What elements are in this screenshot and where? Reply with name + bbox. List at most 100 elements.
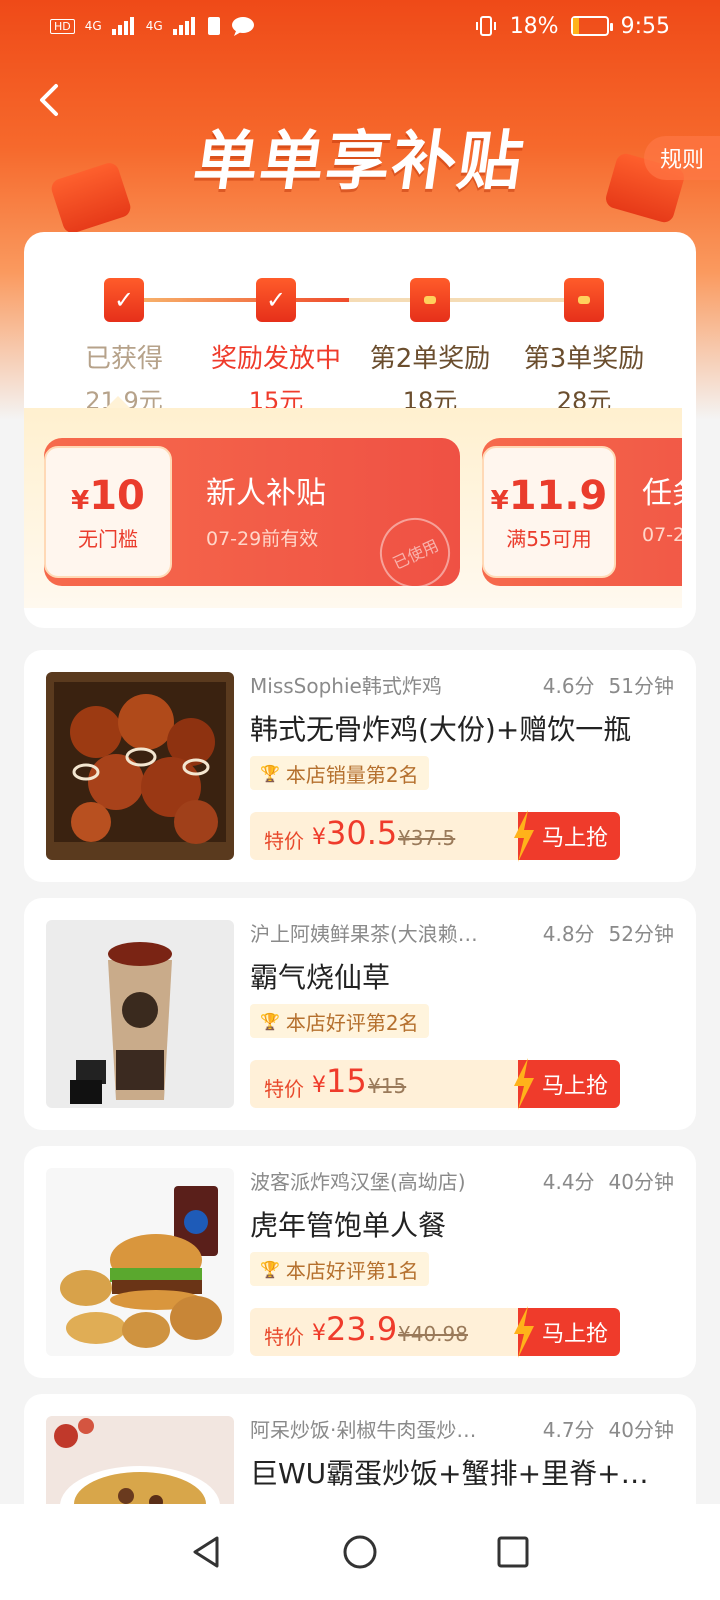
- network-4g-label-2: 4G: [145, 19, 163, 33]
- message-bubble-icon: [231, 17, 254, 36]
- battery-percent: 18%: [509, 13, 559, 39]
- rank-badge: 🏆 本店好评第2名: [250, 1004, 429, 1038]
- trophy-icon: 🏆: [260, 1259, 280, 1279]
- shop-name: 阿呆炒饭·剁椒牛肉蛋炒…: [250, 1418, 477, 1442]
- currency-symbol: ¥: [490, 485, 509, 516]
- product-name: 虎年管饱单人餐: [250, 1209, 447, 1242]
- product-card[interactable]: 阿呆炒饭·剁椒牛肉蛋炒… 4.7分 40分钟 巨WU霸蛋炒饭+蟹排+里脊+…: [24, 1394, 696, 1504]
- step-order-2: 第2单奖励 18元: [350, 252, 510, 416]
- product-name: 霸气烧仙草: [250, 961, 391, 994]
- price-bar: 特价 ¥30.5 ¥37.5 马上抢: [250, 810, 620, 862]
- rank-text: 本店好评第2名: [285, 1010, 419, 1035]
- coupon-value: ¥10: [71, 473, 145, 519]
- coupon-condition: 满55可用: [506, 526, 592, 551]
- step-obtained: ✓ 已获得 21.9元: [44, 252, 204, 416]
- coupon-value: ¥11.9: [491, 473, 608, 519]
- product-card[interactable]: 沪上阿姨鲜果茶(大浪赖… 4.8分 52分钟 霸气烧仙草 🏆 本店好评第2名 特价 …: [24, 898, 696, 1130]
- page-title: 单单享补贴: [188, 125, 530, 199]
- reward-steps: ✓ 已获得 21.9元 ✓ 奖励发放中 15元 第2单奖励 18元 第3单奖励 …: [24, 252, 696, 415]
- special-price-tag: 特价: [264, 1077, 304, 1101]
- shop-name: MissSophie韩式炸鸡: [250, 674, 442, 698]
- home-circle-icon[interactable]: [340, 1532, 380, 1572]
- envelope-check-icon: ✓: [256, 278, 296, 322]
- signal-bars-icon-2: [172, 17, 195, 35]
- burger-combo-image: [46, 1168, 234, 1356]
- coupon-value-box: ¥11.9 满55可用: [482, 446, 616, 578]
- price-value: 23.9: [326, 1310, 398, 1348]
- coupon-expiry: 07-29前有效: [206, 528, 319, 550]
- lightning-icon: [514, 1306, 534, 1358]
- step-order-3: 第3单奖励 28元: [504, 252, 664, 416]
- battery-icon: [570, 16, 613, 36]
- current-price: ¥30.5: [312, 814, 397, 852]
- shop-name: 波客派炸鸡汉堡(高坳店): [250, 1170, 466, 1194]
- rank-text: 本店销量第2名: [285, 762, 419, 787]
- coupon-name: 任务: [642, 476, 682, 511]
- rank-badge: 🏆 本店销量第2名: [250, 756, 429, 790]
- currency-symbol: ¥: [71, 485, 90, 516]
- milk-tea-image: [46, 920, 234, 1108]
- delivery-time: 52分钟: [608, 922, 674, 946]
- sim-icon: [207, 17, 220, 35]
- step-label: 第2单奖励: [369, 344, 491, 374]
- lightning-icon: [514, 1058, 534, 1110]
- shop-name: 沪上阿姨鲜果茶(大浪赖…: [250, 922, 478, 946]
- envelope-check-icon: ✓: [104, 278, 144, 322]
- coupon-strip[interactable]: ¥10 无门槛 新人补贴 07-29前有效 已使用 ¥11.9 满55可用 任务…: [24, 408, 682, 608]
- currency-symbol: ¥: [312, 1321, 326, 1346]
- currency-symbol: ¥: [312, 1073, 326, 1098]
- price-value: 15: [326, 1062, 367, 1100]
- product-card[interactable]: MissSophie韩式炸鸡 4.6分 51分钟 韩式无骨炸鸡(大份)+赠饮一瓶 …: [24, 650, 696, 882]
- red-envelope-icon: [564, 278, 604, 322]
- back-triangle-icon[interactable]: [187, 1532, 227, 1572]
- coupon-task[interactable]: ¥11.9 满55可用 任务 07-2: [482, 438, 682, 586]
- coupon-amount: 10: [89, 472, 145, 519]
- coupon-amount: 11.9: [508, 472, 608, 519]
- special-price-tag: 特价: [264, 829, 304, 853]
- product-card[interactable]: 波客派炸鸡汉堡(高坳店) 4.4分 40分钟 虎年管饱单人餐 🏆 本店好评第1名 特…: [24, 1146, 696, 1378]
- status-right: 18% 9:55: [474, 14, 670, 39]
- special-price-tag: 特价: [264, 1325, 304, 1349]
- step-label: 奖励发放中: [210, 344, 341, 374]
- delivery-time: 51分钟: [608, 674, 674, 698]
- vibrate-icon: [475, 16, 496, 36]
- coupon-condition: 无门槛: [78, 526, 138, 551]
- lightning-icon: [514, 810, 534, 862]
- price-bar: 特价 ¥15 ¥15 马上抢: [250, 1058, 620, 1110]
- coupon-new-user[interactable]: ¥10 无门槛 新人补贴 07-29前有效 已使用: [44, 438, 462, 600]
- network-4g-label: 4G: [84, 19, 102, 33]
- trophy-icon: 🏆: [260, 1011, 280, 1031]
- hd-badge: HD: [50, 18, 75, 34]
- step-label: 已获得: [84, 344, 163, 374]
- signal-bars-icon: [111, 17, 134, 35]
- current-price: ¥23.9: [312, 1310, 397, 1348]
- clock: 9:55: [620, 13, 670, 39]
- shop-meta: 4.6分 51分钟: [543, 670, 674, 699]
- step-issuing: ✓ 奖励发放中 15元: [196, 252, 356, 416]
- rating: 4.8分: [542, 922, 595, 946]
- shop-meta: 4.4分 40分钟: [543, 1166, 674, 1195]
- coupon-expiry: 07-2: [642, 524, 682, 546]
- coupon-value-box: ¥10 无门槛: [44, 446, 172, 578]
- original-price: ¥37.5: [398, 826, 456, 850]
- recents-square-icon[interactable]: [493, 1532, 533, 1572]
- status-bar: HD 4G 4G 18% 9:55: [0, 0, 720, 52]
- product-name: 巨WU霸蛋炒饭+蟹排+里脊+…: [250, 1457, 649, 1490]
- original-price: ¥40.98: [398, 1322, 468, 1346]
- rules-button[interactable]: 规则: [644, 136, 720, 180]
- rating: 4.4分: [542, 1170, 595, 1194]
- rank-text: 本店好评第1名: [285, 1258, 419, 1283]
- product-name: 韩式无骨炸鸡(大份)+赠饮一瓶: [250, 713, 632, 746]
- price-value: 30.5: [326, 814, 398, 852]
- fried-chicken-image: [46, 672, 234, 860]
- delivery-time: 40分钟: [608, 1170, 674, 1194]
- system-navigation-bar: [0, 1504, 720, 1600]
- rank-badge: 🏆 本店好评第1名: [250, 1252, 429, 1286]
- step-label: 第3单奖励: [523, 344, 645, 374]
- original-price: ¥15: [368, 1074, 407, 1098]
- coupon-name: 新人补贴: [206, 476, 326, 511]
- currency-symbol: ¥: [312, 825, 326, 850]
- fried-rice-image: [46, 1416, 234, 1504]
- red-envelope-icon: [410, 278, 450, 322]
- shop-meta: 4.7分 40分钟: [543, 1414, 674, 1443]
